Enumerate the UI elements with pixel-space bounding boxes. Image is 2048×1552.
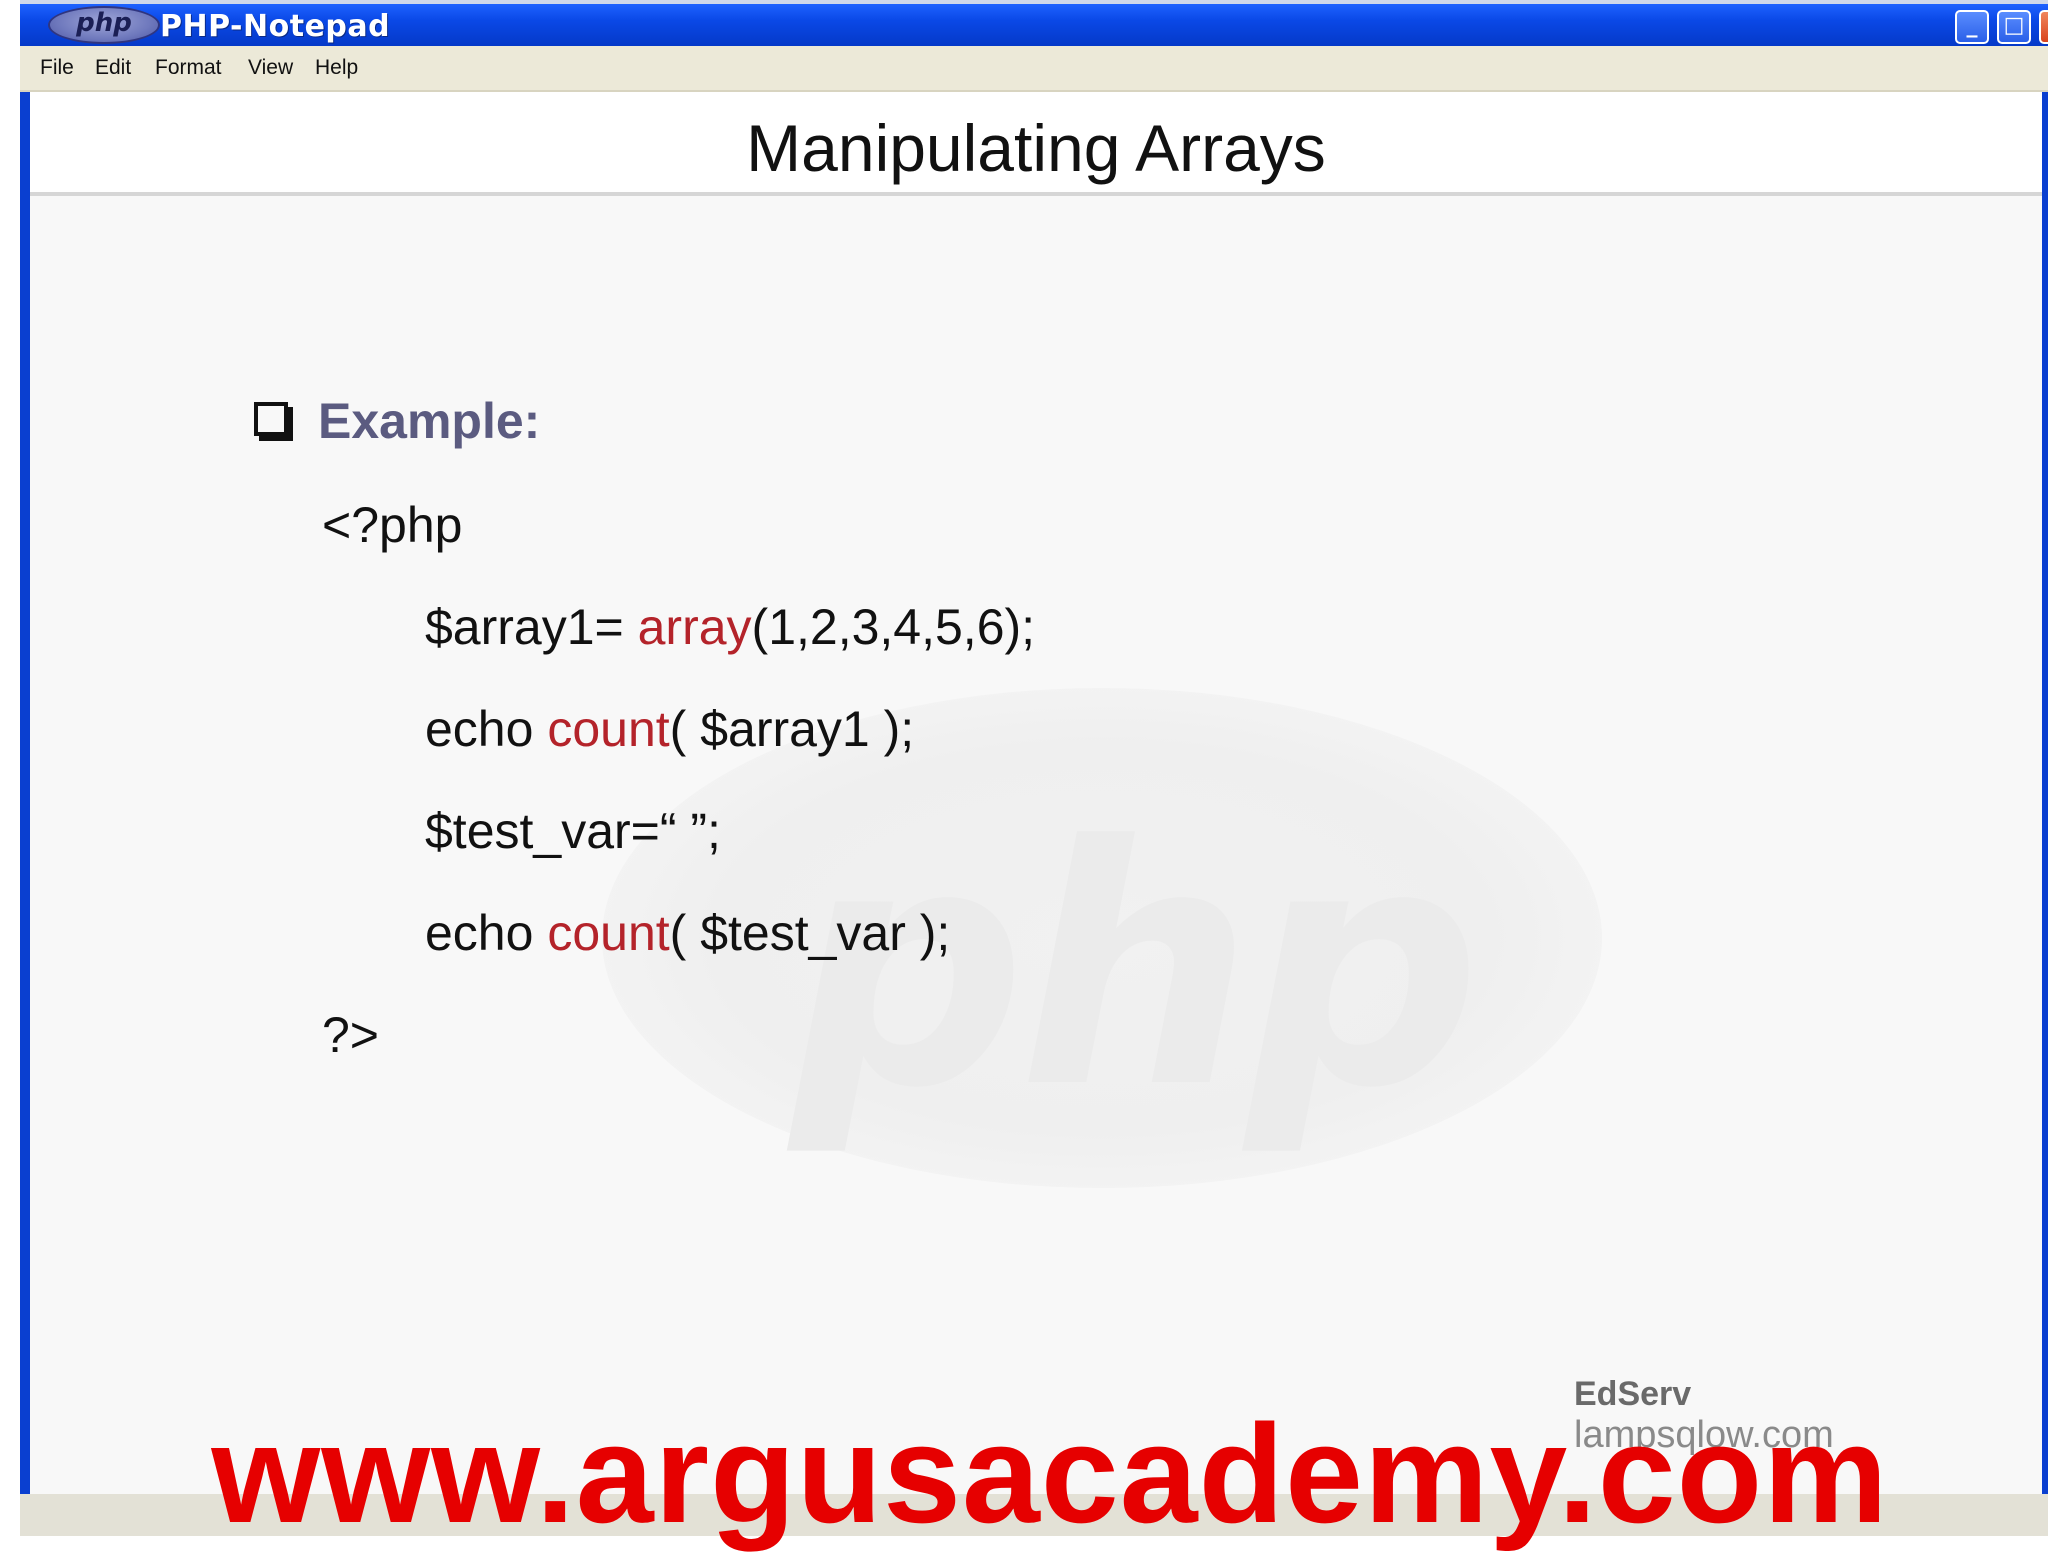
code-text: $array1= — [425, 599, 638, 655]
code-close-tag: ?> — [322, 1007, 380, 1063]
code-line-4: echo count( $test_var ); — [425, 904, 950, 962]
example-label: Example: — [318, 393, 541, 449]
watermark-text: php — [790, 776, 1481, 1160]
menu-bar: File Edit Format View Help — [20, 46, 2048, 92]
title-bar[interactable]: php PHP-Notepad _ □ ✕ — [20, 0, 2048, 46]
php-logo-icon: php — [48, 6, 160, 44]
code-function: array — [637, 599, 752, 655]
minimize-icon[interactable]: _ — [1955, 10, 1989, 44]
maximize-icon[interactable]: □ — [1997, 10, 2031, 44]
menu-file[interactable]: File — [40, 56, 74, 80]
code-text: echo — [425, 905, 548, 961]
code-function: count — [547, 701, 670, 757]
watermark-url: www.argusacademy.com — [211, 1395, 1889, 1552]
slide-title: Manipulating Arrays — [746, 111, 1326, 185]
menu-format[interactable]: Format — [155, 56, 222, 80]
code-text: ( $array1 ); — [669, 701, 915, 757]
code-text: (1,2,3,4,5,6); — [751, 599, 1036, 655]
slide-content: Manipulating Arrays php Example: <?php $… — [30, 92, 2042, 1536]
checkbox-bullet-icon — [254, 402, 288, 436]
code-line-3: $test_var=“ ”; — [425, 803, 721, 859]
slide-header: Manipulating Arrays — [30, 92, 2042, 196]
code-line-2: echo count( $array1 ); — [425, 700, 914, 758]
window-title: PHP-Notepad — [160, 9, 391, 44]
code-text: echo — [425, 701, 548, 757]
menu-edit[interactable]: Edit — [95, 56, 131, 80]
code-function: count — [547, 905, 670, 961]
menu-view[interactable]: View — [248, 56, 293, 80]
code-text: ( $test_var ); — [669, 905, 951, 961]
code-open-tag: <?php — [322, 497, 463, 553]
close-icon[interactable]: ✕ — [2039, 10, 2048, 44]
code-line-1: $array1= array(1,2,3,4,5,6); — [425, 598, 1035, 656]
menu-help[interactable]: Help — [315, 56, 358, 80]
